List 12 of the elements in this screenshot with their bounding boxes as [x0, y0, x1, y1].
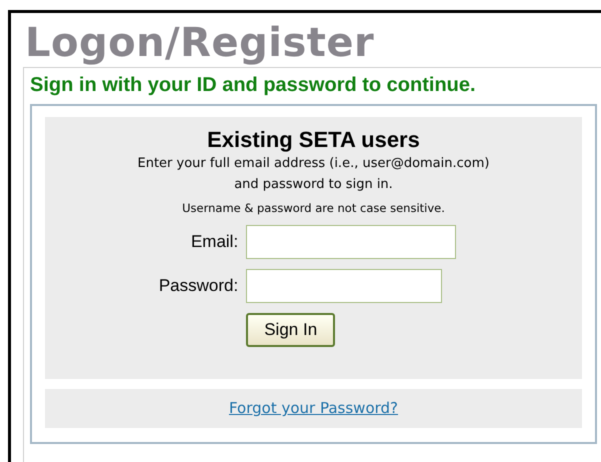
subtitle: Sign in with your ID and password to continue.	[30, 73, 477, 98]
sign-in-button[interactable]: Sign In	[246, 313, 336, 347]
form-heading: Existing SETA users	[207, 127, 420, 153]
instruction-text: Enter your full email address (i.e., user@domain.com)	[138, 155, 490, 173]
forgot-password-link[interactable]: Forgot your Password?	[228, 397, 398, 420]
field-label: Email:	[190, 231, 238, 254]
instruction-text: and password to sign in.	[234, 176, 393, 194]
password-field[interactable]	[246, 269, 442, 303]
field-label: Password:	[158, 275, 238, 298]
page-title: Logon/Register	[24, 19, 376, 67]
case-note: Username & password are not case sensitive.	[182, 200, 445, 217]
email-field[interactable]	[246, 225, 456, 259]
